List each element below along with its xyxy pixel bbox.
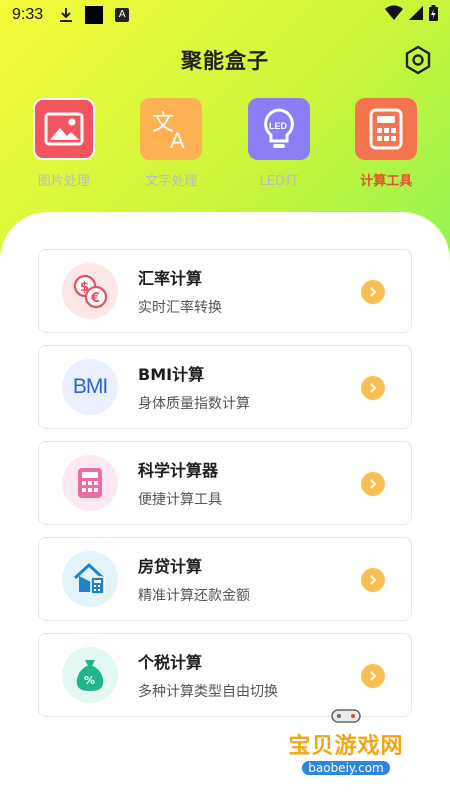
card-exchange-rate[interactable]: $ € 汇率计算 实时汇率转换 — [38, 249, 412, 333]
tab-text-processing[interactable]: 文A 文字处理 — [126, 98, 216, 193]
house-loan-icon — [62, 551, 118, 607]
page-title: 聚能盒子 — [181, 49, 269, 73]
chevron-right-icon[interactable] — [361, 280, 385, 304]
currency-exchange-icon: $ € — [62, 263, 118, 319]
notification-square-icon — [85, 6, 104, 24]
status-system-icons — [385, 5, 438, 25]
watermark: 宝贝游戏网 baobeiy.com — [276, 708, 416, 778]
translate-icon: 文A — [140, 98, 203, 160]
svg-text:€: € — [90, 291, 100, 306]
card-title: 个税计算 — [138, 653, 203, 672]
status-bar: 9:33 A — [0, 0, 450, 30]
card-subtitle: 多种计算类型自由切换 — [138, 684, 278, 700]
svg-text:LED: LED — [269, 121, 288, 131]
chevron-right-icon[interactable] — [361, 472, 385, 496]
watermark-url: baobeiy.com — [302, 761, 390, 775]
battery-icon — [429, 5, 438, 25]
card-title: 汇率计算 — [138, 269, 203, 288]
card-title: 房贷计算 — [138, 557, 203, 576]
card-mortgage[interactable]: 房贷计算 精准计算还款金额 — [38, 537, 412, 621]
signal-icon — [409, 6, 423, 24]
settings-button[interactable] — [402, 44, 434, 76]
chevron-right-icon[interactable] — [361, 664, 385, 688]
card-subtitle: 身体质量指数计算 — [138, 396, 250, 412]
app-header: 聚能盒子 — [0, 40, 450, 80]
gear-icon — [405, 45, 431, 75]
money-bag-icon: % — [62, 647, 118, 703]
tool-label: LED灯 — [259, 174, 298, 189]
card-subtitle: 精准计算还款金额 — [138, 588, 250, 604]
calculator-icon — [62, 455, 118, 511]
tool-label: 文字处理 — [145, 174, 198, 189]
bmi-icon: BMI — [62, 359, 118, 415]
tab-calculator-tools[interactable]: 计算工具 — [341, 98, 431, 193]
watermark-text: 宝贝游戏网 — [288, 734, 404, 759]
led-bulb-icon: LED — [247, 98, 310, 160]
tool-tabs: 图片处理 文A 文字处理 LED LED灯 计算工具 — [0, 98, 450, 193]
card-title: 科学计算器 — [138, 461, 219, 480]
card-scientific-calculator[interactable]: 科学计算器 便捷计算工具 — [38, 441, 412, 525]
calculator-icon — [355, 98, 418, 160]
tool-label: 图片处理 — [37, 174, 90, 189]
bmi-icon-text: BMI — [72, 375, 108, 398]
app-notification-icon: A — [115, 8, 130, 22]
card-title: BMI计算 — [138, 365, 205, 384]
chevron-right-icon[interactable] — [361, 568, 385, 592]
status-notifications: A — [59, 6, 130, 24]
card-bmi[interactable]: BMI BMI计算 身体质量指数计算 — [38, 345, 412, 429]
card-income-tax[interactable]: % 个税计算 多种计算类型自由切换 — [38, 633, 412, 717]
gamepad-icon — [326, 708, 366, 728]
download-icon — [59, 7, 73, 23]
tab-image-processing[interactable]: 图片处理 — [19, 98, 109, 193]
wifi-icon — [385, 5, 403, 25]
chevron-right-icon[interactable] — [361, 376, 385, 400]
svg-text:A: A — [170, 128, 185, 152]
tool-label: 计算工具 — [360, 174, 413, 189]
tab-led-light[interactable]: LED LED灯 — [234, 98, 324, 193]
image-icon — [32, 98, 95, 160]
card-subtitle: 便捷计算工具 — [138, 492, 222, 508]
svg-text:%: % — [84, 674, 95, 687]
status-time: 9:33 — [12, 6, 44, 23]
card-subtitle: 实时汇率转换 — [138, 300, 222, 316]
